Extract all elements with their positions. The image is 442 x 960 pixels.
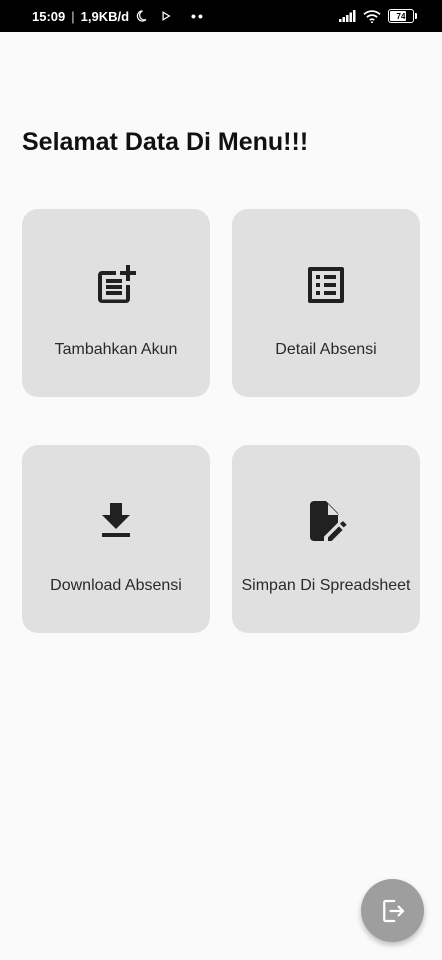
list-alt-icon [302,261,350,309]
play-icon [161,11,171,21]
signal-icon [339,10,356,22]
menu-card-download-absensi[interactable]: Download Absensi [22,445,210,633]
status-bar: 15:09 | 1,9KB/d •• 74 [0,0,442,32]
status-time: 15:09 [32,8,66,24]
logout-button[interactable] [361,879,424,942]
menu-label: Download Absensi [50,577,182,594]
post-add-icon [92,261,140,309]
battery-cap [415,13,417,19]
status-left: 15:09 | 1,9KB/d •• [32,8,205,24]
menu-label: Tambahkan Akun [54,341,178,358]
page-title: Selamat Data Di Menu!!! [22,128,309,156]
battery-level: 74 [396,11,406,21]
download-icon [92,497,140,545]
status-right: 74 [339,9,417,23]
menu-card-tambahkan-akun[interactable]: Tambahkan Akun [22,209,210,397]
menu-card-simpan-spreadsheet[interactable]: Simpan Di Spreadsheet [232,445,420,633]
status-separator: | [71,8,75,24]
battery-icon: 74 [388,9,417,23]
moon-icon [135,10,147,22]
notification-dots: •• [191,8,205,24]
menu-grid: Tambahkan Akun Detail Absensi Download A… [22,209,420,633]
wifi-icon [363,9,381,23]
logout-icon [378,896,408,926]
menu-card-detail-absensi[interactable]: Detail Absensi [232,209,420,397]
edit-document-icon [302,497,350,545]
menu-label: Detail Absensi [275,341,377,358]
menu-label: Simpan Di Spreadsheet [241,577,411,594]
network-speed: 1,9KB/d [80,8,130,24]
